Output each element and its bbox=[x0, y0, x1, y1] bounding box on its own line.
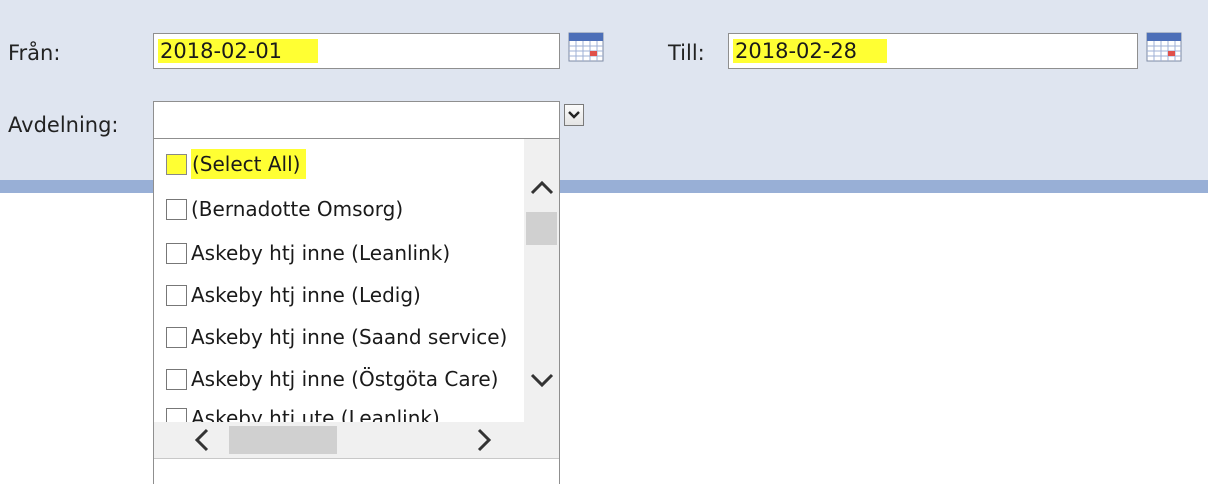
chevron-down-icon bbox=[530, 373, 554, 388]
list-item[interactable]: Askeby htj inne (Leanlink) bbox=[166, 238, 450, 268]
checkbox[interactable] bbox=[166, 198, 187, 220]
list-item-label: Askeby htj inne (Leanlink) bbox=[191, 241, 451, 265]
calendar-icon bbox=[568, 32, 604, 62]
chevron-left-icon bbox=[194, 428, 209, 452]
from-date-highlight-tail bbox=[284, 39, 319, 63]
checkbox[interactable] bbox=[166, 242, 187, 264]
scroll-up-button[interactable] bbox=[525, 172, 559, 206]
dropdown-footer-divider bbox=[154, 458, 559, 459]
vertical-scroll-thumb[interactable] bbox=[526, 212, 557, 245]
list-item-label: (Bernadotte Omsorg) bbox=[191, 197, 404, 221]
checkbox[interactable] bbox=[166, 407, 187, 422]
from-label: Från: bbox=[8, 41, 61, 65]
scroll-left-button[interactable] bbox=[186, 423, 220, 457]
scroll-down-button[interactable] bbox=[525, 362, 559, 396]
list-item[interactable]: Askeby htj inne (Ledig) bbox=[166, 280, 421, 310]
checkbox[interactable] bbox=[166, 326, 187, 348]
list-item-label: Askeby htj inne (Saand service) bbox=[191, 325, 508, 349]
horizontal-scrollbar[interactable] bbox=[154, 422, 559, 458]
checkbox[interactable] bbox=[166, 368, 187, 390]
list-item[interactable]: (Bernadotte Omsorg) bbox=[166, 194, 403, 224]
from-date-input[interactable]: 2018-02-01 bbox=[153, 33, 560, 69]
from-calendar-button[interactable] bbox=[567, 32, 605, 62]
report-filter-screen: Från: 2018-02-01 Till: 2018-02-28 Avdeln… bbox=[0, 0, 1208, 484]
dropdown-items-viewport: (Select All) (Bernadotte Omsorg) Askeby … bbox=[154, 139, 524, 422]
list-item-label: (Select All) bbox=[191, 149, 307, 179]
list-item-select-all[interactable]: (Select All) bbox=[166, 149, 307, 179]
to-date-input[interactable]: 2018-02-28 bbox=[728, 33, 1138, 69]
to-date-highlight-tail bbox=[859, 39, 888, 63]
vertical-scrollbar[interactable] bbox=[524, 139, 559, 422]
department-dropdown-list[interactable]: (Select All) (Bernadotte Omsorg) Askeby … bbox=[153, 139, 560, 484]
scroll-right-button[interactable] bbox=[466, 423, 500, 457]
list-item-label: Askeby htj ute (Leanlink) bbox=[191, 406, 440, 422]
list-item[interactable]: Askeby htj inne (Östgöta Care) bbox=[166, 364, 498, 394]
to-label: Till: bbox=[668, 41, 705, 65]
list-item[interactable]: Askeby htj inne (Saand service) bbox=[166, 322, 507, 352]
horizontal-scroll-thumb[interactable] bbox=[229, 426, 337, 454]
list-item[interactable]: Askeby htj ute (Leanlink) bbox=[166, 403, 440, 422]
list-item-label: Askeby htj inne (Östgöta Care) bbox=[191, 367, 499, 391]
chevron-right-icon bbox=[477, 428, 492, 452]
department-label: Avdelning: bbox=[8, 113, 119, 137]
calendar-icon bbox=[1146, 32, 1182, 62]
chevron-down-icon bbox=[568, 111, 580, 119]
from-date-value: 2018-02-01 bbox=[158, 39, 285, 63]
chevron-up-icon bbox=[530, 180, 554, 195]
department-dropdown-button[interactable] bbox=[564, 104, 584, 126]
to-calendar-button[interactable] bbox=[1145, 32, 1183, 62]
list-item-label: Askeby htj inne (Ledig) bbox=[191, 283, 421, 307]
to-date-value: 2018-02-28 bbox=[733, 39, 860, 63]
department-combobox-input[interactable] bbox=[153, 101, 560, 139]
checkbox[interactable] bbox=[166, 284, 187, 306]
checkbox[interactable] bbox=[166, 153, 187, 175]
